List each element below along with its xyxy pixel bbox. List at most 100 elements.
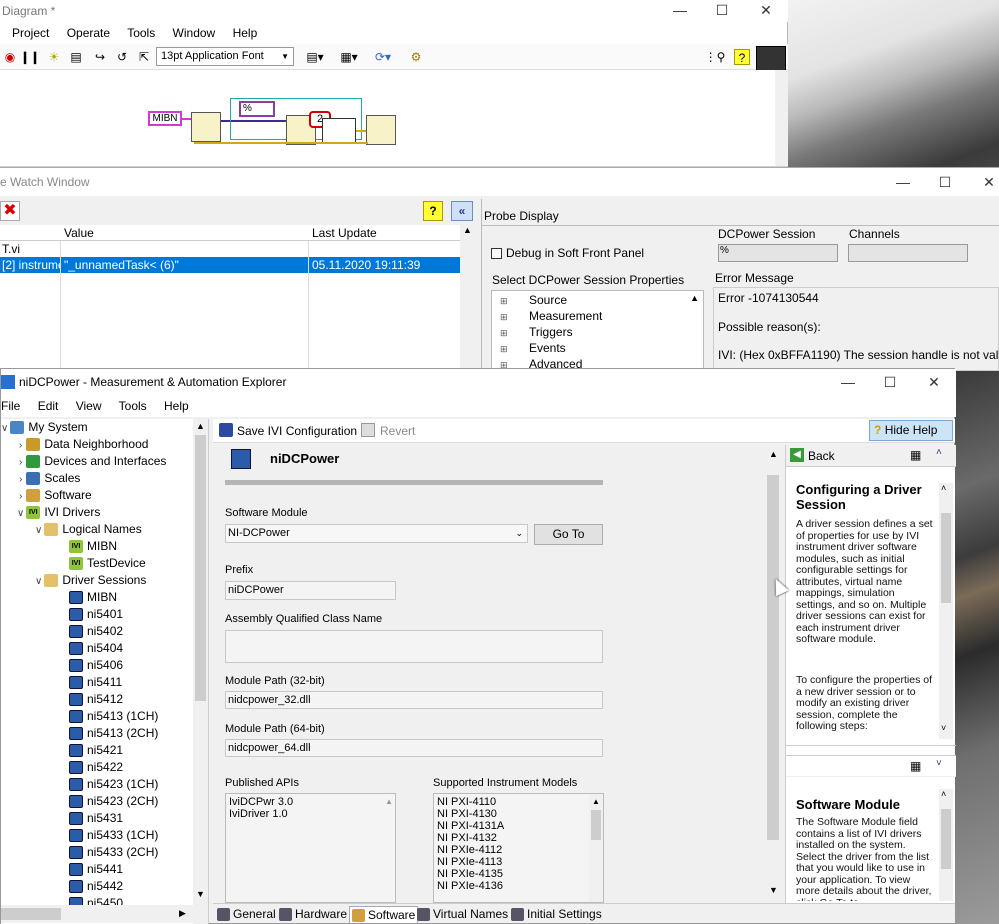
tree-item-driver-session[interactable]: ni5433 (2CH) <box>69 844 158 861</box>
hide-help-button[interactable]: ? Hide Help <box>869 420 953 441</box>
minimize-button[interactable]: — <box>657 2 703 18</box>
chevron-up-icon[interactable]: ˄ <box>936 447 942 458</box>
list-item[interactable]: IviDCPwr 3.0 <box>229 796 392 808</box>
abort-icon[interactable]: ◉ <box>2 49 18 65</box>
menu-window[interactable]: Window <box>173 26 216 40</box>
maximize-button[interactable]: ☐ <box>867 374 913 391</box>
path64-field[interactable]: nidcpower_64.dll <box>225 739 603 757</box>
tab-hardware[interactable]: Hardware <box>279 906 347 923</box>
property-source[interactable]: ⊞ Source <box>500 293 602 309</box>
prefix-field[interactable]: niDCPower <box>225 581 396 600</box>
tree-item-driver-session[interactable]: ni5423 (2CH) <box>69 793 158 810</box>
tab-general[interactable]: General <box>217 906 276 923</box>
save-ivi-config-button[interactable]: Save IVI Configuration <box>237 424 357 438</box>
search-icon[interactable]: ⋮⚲ <box>704 49 726 65</box>
menu-view[interactable]: View <box>76 399 102 413</box>
column-last-update[interactable]: Last Update <box>310 225 458 241</box>
list-item[interactable]: NI PXI-4131A <box>437 820 600 832</box>
menu-operate[interactable]: Operate <box>67 26 110 40</box>
revert-button[interactable]: Revert <box>380 424 415 438</box>
help-scrollbar-top[interactable]: ˄ ˅ <box>939 483 953 739</box>
debug-checkbox[interactable] <box>491 248 502 259</box>
probe-list-scrollbar[interactable]: ▲ <box>460 225 476 369</box>
scroll-thumb[interactable] <box>941 809 951 869</box>
column-value[interactable]: Value <box>62 225 302 241</box>
tree-item-driver-session[interactable]: ni5413 (2CH) <box>69 725 158 742</box>
reorder-icon[interactable]: ⟳▾ <box>372 49 394 65</box>
tree-item-driver-session[interactable]: ni5442 <box>69 878 123 895</box>
property-measurement[interactable]: ⊞ Measurement <box>500 309 602 325</box>
maximize-button[interactable]: ☐ <box>699 2 745 19</box>
scroll-up-icon[interactable]: ▲ <box>592 796 600 808</box>
list-item[interactable]: NI PXIe-4135 <box>437 868 600 880</box>
scroll-down-icon[interactable]: ▼ <box>196 889 205 899</box>
tree-item-driver-session[interactable]: ni5412 <box>69 691 123 708</box>
goto-button[interactable]: Go To <box>534 524 603 545</box>
back-button[interactable]: Back <box>808 449 835 463</box>
tree-item-driver-session[interactable]: ni5406 <box>69 657 123 674</box>
scroll-down-icon[interactable]: ▼ <box>769 885 778 895</box>
scroll-up-icon[interactable]: ▲ <box>463 225 472 235</box>
list-item[interactable]: NI PXI-4130 <box>437 808 600 820</box>
maximize-button[interactable]: ☐ <box>922 174 968 191</box>
back-arrow-icon[interactable]: ◀ <box>790 448 804 462</box>
context-help-icon[interactable]: ? <box>734 49 750 65</box>
tree-item-driver-session[interactable]: ni5423 (1CH) <box>69 776 158 793</box>
tree-item-driver-session[interactable]: ni5421 <box>69 742 123 759</box>
scroll-thumb[interactable] <box>591 810 601 840</box>
menu-tools[interactable]: Tools <box>119 399 147 413</box>
menu-help[interactable]: Help <box>233 26 258 40</box>
chevron-down-icon[interactable]: ˅ <box>936 758 942 769</box>
help-pane-options-icon[interactable]: ▦ <box>910 448 921 462</box>
close-button[interactable]: ✕ <box>743 2 789 19</box>
tree-item-driver-session[interactable]: ni5433 (1CH) <box>69 827 158 844</box>
software-module-select[interactable]: NI-DCPower ⌄ <box>225 524 528 543</box>
font-selector[interactable]: 13pt Application Font ▼ <box>156 47 294 66</box>
tree-item-driver-session[interactable]: ni5402 <box>69 623 123 640</box>
tree-item-logical-names[interactable]: ∨ Logical Names <box>35 521 142 538</box>
tree-horizontal-scrollbar[interactable]: ▶ <box>1 905 193 923</box>
property-events[interactable]: ⊞ Events <box>500 341 602 357</box>
menu-tools[interactable]: Tools <box>127 26 155 40</box>
channels-field[interactable] <box>848 244 968 262</box>
scroll-up-icon[interactable]: ▲ <box>196 421 205 431</box>
retain-wire-values-icon[interactable]: ▤ <box>68 49 84 65</box>
property-triggers[interactable]: ⊞ Triggers <box>500 325 602 341</box>
step-out-icon[interactable]: ⇱ <box>136 49 152 65</box>
tree-item-scales[interactable]: › Scales <box>19 470 80 487</box>
tree-item-driver-session[interactable]: ni5422 <box>69 759 123 776</box>
tree-item-my-system[interactable]: ∨ My System <box>1 419 88 436</box>
tree-item-software[interactable]: › Software <box>19 487 92 504</box>
models-scrollbar[interactable]: ▲ <box>589 794 603 902</box>
tree-item-logical-testdevice[interactable]: IVI TestDevice <box>69 555 146 572</box>
control-node[interactable]: % <box>239 101 275 117</box>
menu-file[interactable]: File <box>1 399 20 413</box>
list-item[interactable]: NI PXI-4132 <box>437 832 600 844</box>
list-item[interactable]: NI PXIe-4113 <box>437 856 600 868</box>
scroll-up-icon[interactable]: ˄ <box>941 483 946 493</box>
tree-item-driver-session[interactable]: ni5411 <box>69 674 122 691</box>
aqcn-field[interactable] <box>225 630 603 663</box>
step-into-icon[interactable]: ↪ <box>92 49 108 65</box>
tree-item-driver-session[interactable]: ni5404 <box>69 640 123 657</box>
table-row[interactable]: T.vi <box>0 241 460 257</box>
apis-list[interactable]: IviDCPwr 3.0 IviDriver 1.0 ▲ <box>225 793 396 903</box>
tab-virtual-names[interactable]: Virtual Names <box>417 906 508 923</box>
close-button[interactable]: ✕ <box>911 374 957 391</box>
step-over-icon[interactable]: ↺ <box>114 49 130 65</box>
menu-edit[interactable]: Edit <box>38 399 59 413</box>
tree-item-driver-sessions[interactable]: ∨ Driver Sessions <box>35 572 146 589</box>
list-item[interactable]: NI PXIe-4136 <box>437 880 600 892</box>
menu-help[interactable]: Help <box>164 399 189 413</box>
tree-item-logical-mibn[interactable]: IVI MIBN <box>69 538 117 555</box>
minimize-button[interactable]: — <box>825 374 871 390</box>
highlight-execution-icon[interactable]: ☀ <box>46 49 62 65</box>
session-field[interactable]: % <box>718 244 838 262</box>
scroll-thumb[interactable] <box>941 513 951 603</box>
scroll-thumb[interactable] <box>767 475 779 840</box>
collapse-panel-icon[interactable]: « <box>451 201 473 221</box>
scroll-up-icon[interactable]: ˄ <box>941 789 946 799</box>
cleanup-diagram-icon[interactable]: ⚙ <box>406 49 426 65</box>
models-list[interactable]: NI PXI-4110 NI PXI-4130 NI PXI-4131A NI … <box>433 793 604 903</box>
context-help-icon[interactable]: ? <box>423 201 443 221</box>
